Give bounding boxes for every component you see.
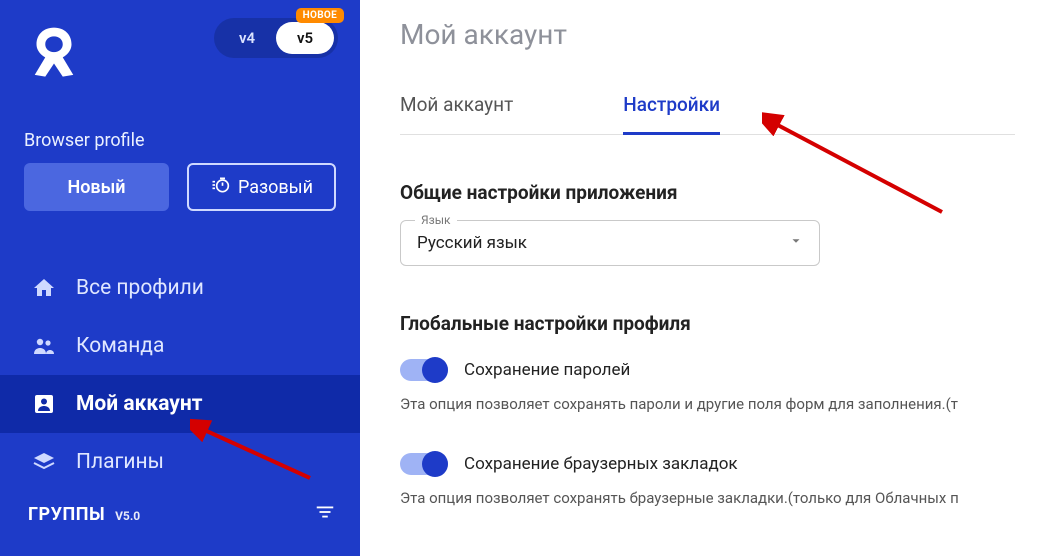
setting-save-passwords: Сохранение паролей bbox=[400, 359, 1015, 381]
setting-save-bookmarks-desc: Эта опция позволяет сохранять браузерные… bbox=[400, 489, 1015, 507]
groups-label: ГРУППЫ bbox=[28, 504, 105, 525]
app-logo bbox=[22, 18, 86, 88]
nav-all-profiles[interactable]: Все профили bbox=[0, 259, 360, 317]
sidebar-section-label: Browser profile bbox=[0, 130, 360, 163]
quick-profile-button[interactable]: Разовый bbox=[187, 163, 336, 211]
language-select-value: Русский язык bbox=[417, 233, 527, 253]
sidebar-nav: Все профили Команда Мой аккаунт Плагины bbox=[0, 259, 360, 491]
nav-plugins-label: Плагины bbox=[76, 450, 164, 474]
groups-header: ГРУППЫ V5.0 bbox=[0, 493, 360, 535]
nav-team[interactable]: Команда bbox=[0, 317, 360, 375]
stopwatch-icon bbox=[210, 175, 230, 200]
toggle-save-bookmarks[interactable] bbox=[400, 453, 448, 475]
switch-v5[interactable]: v5 bbox=[276, 22, 334, 54]
tab-account[interactable]: Мой аккаунт bbox=[400, 93, 513, 134]
switch-v4[interactable]: v4 bbox=[218, 22, 276, 54]
nav-team-label: Команда bbox=[76, 334, 164, 358]
switch-body: v4 v5 bbox=[214, 18, 338, 58]
home-icon bbox=[30, 274, 58, 302]
page-title: Мой аккаунт bbox=[400, 18, 1015, 51]
people-icon bbox=[30, 332, 58, 360]
language-select[interactable]: Язык Русский язык bbox=[400, 220, 820, 266]
groups-version: V5.0 bbox=[115, 509, 140, 523]
app-settings-section: Общие настройки приложения Язык Русский … bbox=[400, 181, 1015, 266]
new-profile-button[interactable]: Новый bbox=[24, 163, 169, 211]
tabs: Мой аккаунт Настройки bbox=[400, 93, 1015, 135]
new-profile-label: Новый bbox=[67, 177, 125, 198]
language-select-label: Язык bbox=[415, 213, 457, 227]
badge-new: НОВОЕ bbox=[296, 8, 344, 23]
filter-icon[interactable] bbox=[314, 501, 336, 527]
sidebar-top: НОВОЕ v4 v5 bbox=[0, 0, 360, 98]
toggle-save-passwords[interactable] bbox=[400, 359, 448, 381]
nav-account[interactable]: Мой аккаунт bbox=[0, 375, 360, 433]
setting-save-bookmarks: Сохранение браузерных закладок bbox=[400, 453, 1015, 475]
nav-account-label: Мой аккаунт bbox=[76, 392, 202, 416]
layers-icon bbox=[30, 448, 58, 476]
nav-all-profiles-label: Все профили bbox=[76, 276, 204, 300]
account-box-icon bbox=[30, 390, 58, 418]
quick-profile-label: Разовый bbox=[238, 177, 313, 198]
setting-save-bookmarks-label: Сохранение браузерных закладок bbox=[464, 454, 738, 474]
setting-save-passwords-desc: Эта опция позволяет сохранять пароли и д… bbox=[400, 395, 1015, 413]
main: Мой аккаунт Мой аккаунт Настройки Общие … bbox=[360, 0, 1055, 556]
chevron-down-icon bbox=[789, 233, 803, 253]
version-switch: НОВОЕ v4 v5 bbox=[214, 18, 338, 58]
sidebar: НОВОЕ v4 v5 Browser profile Новый Раз bbox=[0, 0, 360, 556]
profile-settings-section: Глобальные настройки профиля Сохранение … bbox=[400, 312, 1015, 507]
setting-save-passwords-label: Сохранение паролей bbox=[464, 360, 630, 380]
nav-plugins[interactable]: Плагины bbox=[0, 433, 360, 491]
groups-title: ГРУППЫ V5.0 bbox=[28, 504, 140, 525]
app-settings-title: Общие настройки приложения bbox=[400, 181, 1015, 204]
profile-settings-title: Глобальные настройки профиля bbox=[400, 312, 1015, 335]
tab-settings[interactable]: Настройки bbox=[623, 93, 720, 135]
sidebar-buttons-row: Новый Разовый bbox=[0, 163, 360, 211]
